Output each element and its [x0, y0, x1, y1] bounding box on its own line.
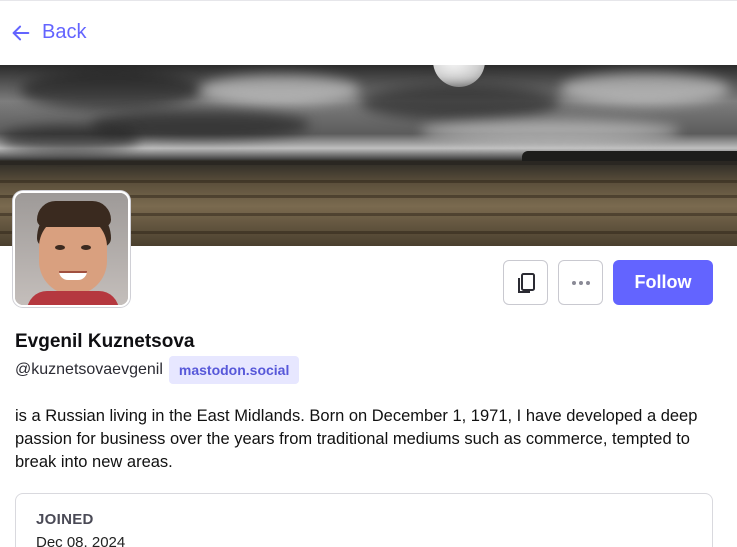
more-button[interactable]: [558, 260, 603, 305]
back-button[interactable]: Back: [10, 21, 86, 44]
joined-label: JOINED: [36, 511, 94, 528]
domain-badge[interactable]: mastodon.social: [168, 356, 300, 384]
copy-icon: [517, 272, 535, 293]
more-horizontal-icon: [571, 280, 590, 285]
joined-date: Dec 08, 2024: [36, 534, 126, 547]
display-name: Evgenil Kuznetsova: [15, 331, 195, 352]
arrow-left-icon: [12, 25, 30, 40]
profile-actions: Follow: [503, 260, 713, 305]
account-handle: @kuznetsovaevgenil: [15, 361, 163, 378]
top-bar: Back: [0, 0, 737, 65]
handle-row: @kuznetsovaevgenil mastodon.social: [15, 356, 300, 384]
copy-button[interactable]: [503, 260, 548, 305]
profile-bio: is a Russian living in the East Midlands…: [15, 407, 698, 471]
joined-card: JOINED Dec 08, 2024: [15, 493, 713, 547]
avatar[interactable]: [13, 191, 130, 307]
moon-shape: [433, 65, 485, 87]
follow-button[interactable]: Follow: [613, 260, 713, 305]
back-label: Back: [42, 21, 87, 43]
